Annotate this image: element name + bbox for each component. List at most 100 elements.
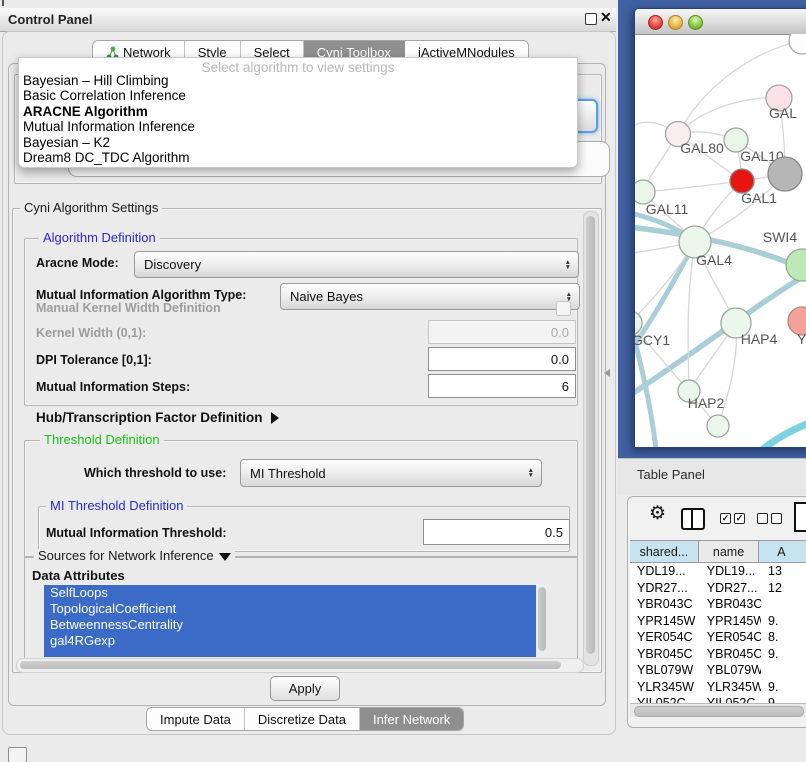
settings-hscrollbar[interactable] [16, 658, 584, 673]
window-zoom-icon[interactable] [688, 15, 703, 30]
minimized-panel-icon[interactable] [8, 747, 27, 762]
algorithm-definition-title: Algorithm Definition [39, 231, 160, 245]
mi-threshold-field[interactable]: 0.5 [423, 519, 570, 545]
column-header-name[interactable]: name [699, 541, 759, 562]
hub-definition-toggle[interactable]: Hub/Transcription Factor Definition [36, 410, 279, 425]
panel-divider-arrow[interactable] [604, 369, 610, 377]
checked-checkbox-icon[interactable]: ✓ [720, 513, 731, 524]
mi-threshold-label: Mutual Information Threshold: [46, 526, 227, 540]
attribute-item[interactable]: TopologicalCoefficient [44, 601, 536, 617]
window-minimize-icon[interactable] [668, 15, 683, 30]
mi-threshold-group-title: MI Threshold Definition [46, 499, 187, 513]
attribute-item[interactable]: gal4RGexp [44, 633, 536, 649]
unchecked-checkbox-icon[interactable] [771, 513, 782, 524]
table-row[interactable]: YIL052CYIL052C9 [630, 695, 806, 703]
manual-kernel-label: Manual Kernel Width Definition [36, 301, 221, 315]
table-cell: 9. [761, 613, 806, 630]
dropdown-item[interactable]: Mutual Information Inference [19, 119, 577, 134]
cyni-settings-title: Cyni Algorithm Settings [20, 201, 162, 215]
attr-list-vscrollbar-thumb[interactable] [538, 587, 546, 651]
screenshot-root: Control Panel ✕ Network Style Select Cyn… [0, 0, 806, 762]
dropdown-item[interactable]: Bayesian – K2 [19, 135, 577, 150]
node-label: GAL1 [741, 190, 777, 206]
table-cell: YBR043C [700, 596, 761, 613]
table-hscrollbar[interactable] [630, 703, 806, 717]
table-row[interactable]: YBR045CYBR045C9. [630, 646, 806, 663]
table-row[interactable]: YDR27...YDR27...12 [630, 580, 806, 597]
network-window-titlebar[interactable] [635, 9, 806, 35]
which-threshold-label: Which threshold to use: [84, 466, 226, 480]
kernel-width-label: Kernel Width (0,1): [36, 326, 146, 340]
table-cell: YPR145W [630, 613, 700, 630]
node-label: Y [797, 331, 806, 347]
sources-title[interactable]: Sources for Network Inference [34, 549, 235, 563]
hub-definition-label: Hub/Transcription Factor Definition [36, 410, 263, 425]
dropdown-item[interactable]: Bayesian – Hill Climbing [19, 73, 577, 88]
table-cell: 9. [761, 679, 806, 696]
tab-label: Infer Network [373, 712, 450, 727]
checked-checkbox-icon[interactable]: ✓ [734, 513, 745, 524]
node-label: GAL11 [646, 201, 689, 217]
mi-type-combo[interactable]: Naive Bayes ▲▼ [280, 283, 580, 310]
table-cell: YBR043C [630, 596, 700, 613]
expand-right-icon [271, 412, 279, 424]
table-cell: YBL079W [700, 662, 761, 679]
table-cell [761, 662, 806, 679]
table-cell: YER054C [630, 629, 700, 646]
table-row[interactable]: YLR345WYLR345W9. [630, 679, 806, 696]
dropdown-item-aracne[interactable]: ARACNE Algorithm [19, 104, 577, 119]
node-label: GAL4 [696, 252, 732, 268]
aracne-mode-combo[interactable]: Discovery ▲▼ [134, 251, 579, 278]
attribute-item[interactable]: BetweennessCentrality [44, 617, 536, 633]
dropdown-item[interactable]: Basic Correlation Inference [19, 88, 577, 103]
network-node-swi4[interactable] [786, 249, 806, 281]
column-header-partial[interactable]: A [759, 541, 806, 562]
dpi-tolerance-field[interactable]: 0.0 [428, 347, 576, 371]
table-row[interactable]: YDL19...YDL19...13 [630, 563, 806, 580]
attribute-item[interactable]: SelfLoops [44, 585, 536, 601]
settings-vscrollbar-thumb[interactable] [586, 216, 595, 654]
spinner-arrows-icon: ▲▼ [565, 260, 571, 270]
control-panel-title: Control Panel [8, 12, 93, 27]
column-header-shared[interactable]: shared... [630, 541, 699, 562]
window-close-icon[interactable] [648, 15, 663, 30]
tab-discretize-data[interactable]: Discretize Data [245, 708, 360, 730]
table-cell: YPR145W [700, 613, 761, 630]
table-cell: 12 [761, 580, 806, 597]
which-threshold-combo[interactable]: MI Threshold ▲▼ [240, 459, 542, 487]
float-window-icon[interactable] [585, 13, 597, 25]
tab-impute-data[interactable]: Impute Data [147, 708, 245, 730]
mi-type-label: Mutual Information Algorithm Type: [36, 288, 246, 302]
columns-icon[interactable] [681, 508, 705, 530]
network-node[interactable] [789, 34, 806, 54]
bottom-tabstrip: Impute Data Discretize Data Infer Networ… [146, 707, 464, 731]
settings-vscrollbar[interactable] [583, 211, 599, 666]
network-node[interactable] [768, 157, 802, 191]
apply-button[interactable]: Apply [270, 676, 340, 701]
close-icon[interactable]: ✕ [600, 9, 612, 26]
table-row[interactable]: YBL079WYBL079W [630, 662, 806, 679]
threshold-definition-title: Threshold Definition [40, 433, 164, 447]
unchecked-checkbox-icon[interactable] [757, 513, 768, 524]
table-row[interactable]: YER054CYER054C8. [630, 629, 806, 646]
table-cell: YBR045C [630, 646, 700, 663]
settings-hscrollbar-thumb[interactable] [20, 661, 561, 669]
sources-title-label: Sources for Network Inference [38, 548, 214, 563]
table-hscrollbar-thumb[interactable] [634, 706, 804, 717]
network-node[interactable] [707, 415, 729, 437]
document-icon[interactable] [794, 502, 806, 532]
attr-list-vscrollbar[interactable] [537, 585, 548, 657]
table-cell: 9 [761, 695, 806, 703]
table-cell: YIL052C [630, 695, 700, 703]
kernel-width-field[interactable]: 0.0 [428, 320, 576, 344]
tab-infer-network[interactable]: Infer Network [360, 708, 463, 730]
table-row[interactable]: YPR145WYPR145W9. [630, 613, 806, 630]
gear-icon[interactable]: ⚙ [649, 504, 666, 523]
manual-kernel-checkbox[interactable] [556, 301, 571, 316]
table-cell: YLR345W [630, 679, 700, 696]
dropdown-item[interactable]: Dream8 DC_TDC Algorithm [19, 150, 577, 165]
node-table: shared... name A YDL19...YDL19...13YDR27… [630, 540, 806, 703]
table-row[interactable]: YBR043CYBR043C [630, 596, 806, 613]
mi-steps-field[interactable]: 6 [428, 374, 576, 398]
network-canvas[interactable]: GALGAL80GAL10GAL1GAL11GAL4SWI4HAP4YGCY1H… [635, 34, 806, 447]
